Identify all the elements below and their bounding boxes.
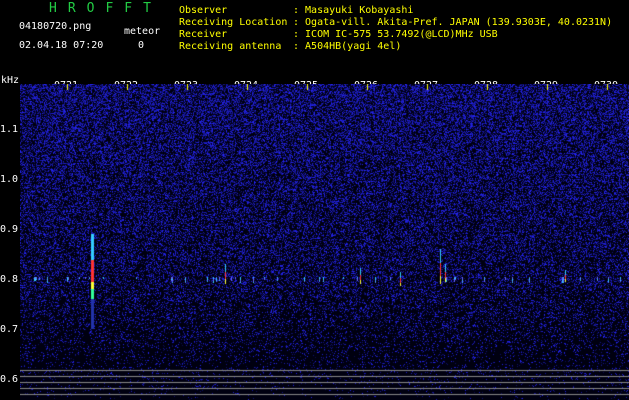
location-label: Receiving Location [179,17,288,28]
receiver-label: Receiver [179,29,228,40]
y-tick-label: 0.8 [0,274,19,285]
app-logo: HROFFT [49,1,162,16]
y-tick-label: 0.9 [0,224,19,235]
header-panel: HROFFT 04180720.png 02.04.18 07:20 meteo… [0,0,629,76]
waterfall-canvas [20,84,629,400]
y-tick-label: 1.1 [0,124,19,135]
receiver-value: : ICOM IC-575 53.7492(@LCD)MHz USB [293,29,498,40]
y-tick-label: 0.7 [0,324,19,335]
meteor-label: meteor [124,26,161,37]
spectrogram-plot [20,84,629,400]
capture-datetime: 02.04.18 07:20 [19,40,104,51]
location-value: : Ogata-vill. Akita-Pref. JAPAN (139.930… [293,17,613,28]
file-name: 04180720.png [19,21,92,32]
y-tick-label: 1.0 [0,174,19,185]
y-axis-unit: kHz [1,75,20,86]
observer-label: Observer [179,5,228,16]
antenna-value: : A504HB(yagi 4el) [293,41,402,52]
observer-value: : Masayuki Kobayashi [293,5,414,16]
y-tick-label: 0.6 [0,374,19,385]
meteor-count: 0 [138,40,145,51]
antenna-label: Receiving antenna [179,41,282,52]
